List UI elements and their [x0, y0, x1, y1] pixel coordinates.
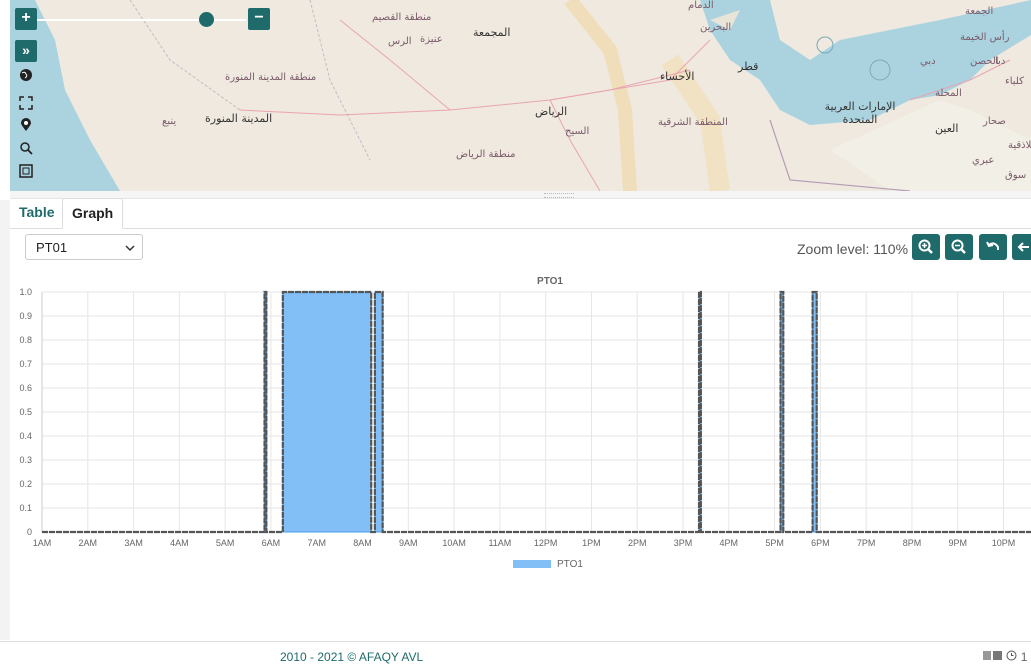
map-label: منطقة المدينة المنورة	[225, 72, 317, 83]
map-label: صحار	[983, 116, 1006, 127]
map-label: المدينة المنورة	[205, 112, 273, 125]
chart-container: PTO1 0 0.1 0.2 0.3 0.4 0.5 0.6 0.7 0.8 0.9 1.0 1AM 2A…	[0, 268, 1031, 578]
x-tick-label: 7AM	[307, 538, 326, 548]
zoom-level-label: Zoom level: 110%	[797, 241, 909, 257]
reset-zoom-button[interactable]	[979, 234, 1007, 260]
map-label: رأس الخيمة	[960, 32, 1010, 43]
x-tick-label: 4PM	[720, 538, 739, 548]
x-tick-label: 10AM	[442, 538, 466, 548]
x-tick-label: 12PM	[534, 538, 558, 548]
zoom-in-button[interactable]	[912, 234, 940, 260]
tab-graph[interactable]: Graph	[62, 198, 124, 229]
zoom-out-button[interactable]	[945, 234, 973, 260]
y-tick-label: 0.9	[19, 311, 32, 321]
footer-right-text: 1	[1020, 650, 1028, 664]
map-zoom-slider-handle[interactable]	[199, 12, 214, 27]
x-tick-label: 1PM	[582, 538, 601, 548]
series-area-segment[interactable]	[374, 291, 384, 533]
x-tick-label: 2AM	[79, 538, 98, 548]
x-tick-label: 7PM	[857, 538, 876, 548]
x-tick-label: 6PM	[811, 538, 830, 548]
x-tick-label: 3AM	[124, 538, 143, 548]
map-label: دبي	[920, 56, 936, 67]
globe-icon[interactable]	[15, 68, 37, 88]
x-tick-label: 5PM	[765, 538, 784, 548]
pto-chart[interactable]: PTO1 0 0.1 0.2 0.3 0.4 0.5 0.6 0.7 0.8 0.9 1.0 1AM 2A…	[0, 268, 1031, 578]
map-label: الجمعة	[965, 6, 994, 17]
tab-table[interactable]: Table	[10, 198, 64, 227]
sensor-select-value: PT01	[36, 240, 68, 255]
y-tick-label: 0.5	[19, 407, 32, 417]
map-label: الرياض	[535, 105, 568, 118]
map-label: قطر	[738, 60, 759, 73]
expand-panel-button[interactable]: »	[15, 40, 37, 62]
x-tick-label: 10PM	[992, 538, 1016, 548]
map-background	[10, 0, 1031, 191]
y-tick-label: 0.3	[19, 455, 32, 465]
x-tick-label: 9PM	[948, 538, 967, 548]
x-tick-label: 6AM	[262, 538, 281, 548]
back-button[interactable]	[1012, 234, 1031, 260]
series-area-segment[interactable]	[282, 291, 372, 533]
fullscreen-icon[interactable]	[15, 96, 37, 116]
y-tick-label: 0.7	[19, 359, 32, 369]
footer-status: 1	[983, 650, 1027, 664]
map-label: ينبع	[162, 116, 177, 127]
map-zoom-out-button[interactable]: −	[248, 8, 270, 30]
y-tick-label: 0.8	[19, 335, 32, 345]
location-pin-icon[interactable]	[15, 118, 37, 138]
map-label: الرس	[388, 36, 412, 47]
x-tick-label: 1AM	[33, 538, 52, 548]
map-label: السيح	[565, 126, 590, 137]
footer: 2010 - 2021 © AFAQY AVL 1	[0, 641, 1031, 671]
sensor-select[interactable]: PT01	[25, 234, 143, 260]
map-label: سوق	[1005, 170, 1027, 181]
tab-bar: Table Graph	[10, 198, 1031, 229]
y-tick-label: 1.0	[19, 287, 32, 297]
map-label: اللاذقية	[1008, 140, 1031, 151]
map-label: العين	[935, 122, 959, 135]
map-label: المجمعة	[473, 26, 511, 39]
y-tick-label: 0.2	[19, 479, 32, 489]
y-tick-label: 0.4	[19, 431, 32, 441]
clock-icon	[1006, 650, 1017, 661]
map-label: الأحساء	[660, 70, 695, 83]
map-label: عبري	[972, 155, 995, 166]
map-label: الإمارات العربية المتحدة	[824, 100, 896, 126]
x-tick-label: 4AM	[170, 538, 189, 548]
map-label: دبا	[995, 56, 1006, 67]
layout-icon[interactable]	[983, 650, 1003, 661]
x-tick-label: 11AM	[488, 538, 511, 548]
chart-title: PTO1	[537, 276, 563, 287]
search-icon[interactable]	[15, 141, 37, 161]
map-label: منطقة القصيم	[372, 12, 432, 23]
map-label: منطقة الرياض	[456, 149, 516, 160]
map-panel[interactable]: منطقة القصيم الرس عنيزة المجمعة الدمام ا…	[10, 0, 1031, 191]
x-tick-label: 8PM	[903, 538, 922, 548]
map-label: المحلة	[935, 88, 962, 99]
chevron-down-icon	[125, 235, 135, 272]
x-tick-label: 2PM	[628, 538, 647, 548]
y-tick-label: 0	[27, 527, 32, 537]
select-area-icon[interactable]	[15, 164, 37, 184]
x-tick-label: 5AM	[216, 538, 235, 548]
legend-swatch	[513, 560, 551, 568]
y-tick-label: 0.6	[19, 383, 32, 393]
legend-label: PTO1	[557, 559, 583, 570]
map-label: البحرين	[700, 22, 732, 33]
y-tick-label: 0.1	[19, 503, 32, 513]
x-tick-label: 9AM	[399, 538, 418, 548]
map-zoom-in-button[interactable]: +	[15, 8, 37, 30]
x-tick-label: 8AM	[353, 538, 372, 548]
map-label: المنطقة الشرقية	[658, 117, 728, 128]
map-label: كلباء	[1005, 76, 1024, 87]
map-label: الدمام	[688, 0, 714, 11]
map-zoom-slider[interactable]	[36, 19, 246, 21]
map-label: عنيزة	[420, 34, 443, 45]
copyright-text: 2010 - 2021 © AFAQY AVL	[280, 650, 424, 664]
x-tick-label: 3PM	[674, 538, 693, 548]
